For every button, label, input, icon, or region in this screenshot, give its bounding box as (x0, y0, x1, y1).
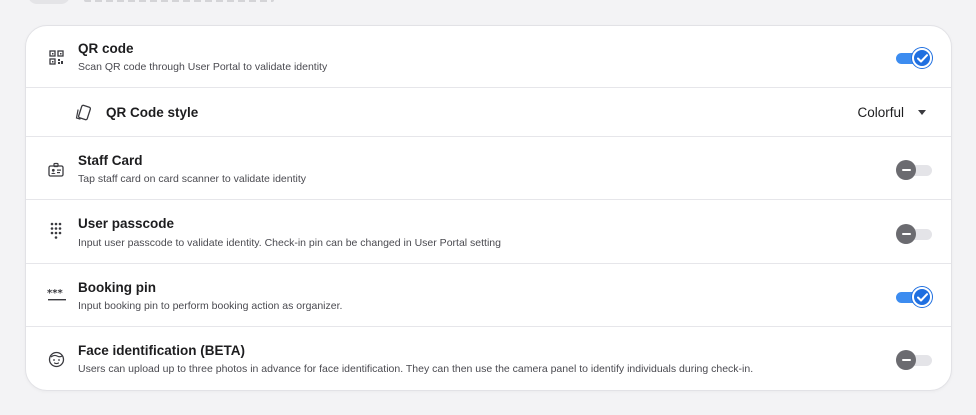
toggle-knob (912, 287, 932, 307)
toggle-knob (896, 160, 916, 180)
identity-validation-settings-card: QR code Scan QR code through User Portal… (25, 25, 952, 391)
checkmark-icon (916, 292, 928, 301)
svg-text:***: *** (47, 288, 63, 299)
setting-row-user-passcode: User passcode Input user passcode to val… (26, 200, 951, 264)
qr-code-style-label: QR Code style (106, 105, 199, 120)
previous-section-text-fragment (84, 0, 274, 2)
previous-section-edge (0, 0, 976, 8)
qr-code-icon (47, 48, 65, 66)
toggle-knob (896, 350, 916, 370)
password-dots-icon: *** (47, 286, 67, 304)
setting-row-face-identification: Face identification (BETA) Users can upl… (26, 327, 951, 390)
setting-description: Input user passcode to validate identity… (78, 237, 501, 249)
face-identification-toggle[interactable] (896, 350, 932, 370)
setting-title: Booking pin (78, 280, 156, 295)
previous-section-shape (28, 0, 70, 4)
caret-down-icon (918, 110, 926, 115)
setting-title: Face identification (BETA) (78, 343, 246, 358)
setting-row-booking-pin: *** Booking pin Input booking pin to per… (26, 264, 951, 327)
setting-description: Tap staff card on card scanner to valida… (78, 173, 307, 185)
keypad-icon (47, 222, 65, 240)
setting-title: QR code (78, 41, 134, 56)
qr-code-style-dropdown[interactable]: Colorful (857, 105, 926, 120)
setting-description: Users can upload up to three photos in a… (78, 363, 754, 375)
staff-card-toggle[interactable] (896, 160, 932, 180)
checkmark-icon (916, 53, 928, 62)
setting-description: Scan QR code through User Portal to vali… (78, 61, 328, 73)
setting-row-qr-code: QR code Scan QR code through User Portal… (26, 26, 951, 88)
setting-title: Staff Card (78, 153, 143, 168)
user-passcode-toggle[interactable] (896, 224, 932, 244)
id-card-icon (47, 160, 65, 178)
qr-code-toggle[interactable] (896, 48, 932, 68)
toggle-knob (912, 48, 932, 68)
cards-icon (74, 103, 94, 123)
qr-code-style-value: Colorful (857, 105, 904, 120)
booking-pin-toggle[interactable] (896, 287, 932, 307)
setting-title: User passcode (78, 216, 175, 231)
setting-description: Input booking pin to perform booking act… (78, 300, 343, 312)
setting-row-staff-card: Staff Card Tap staff card on card scanne… (26, 137, 951, 200)
toggle-knob (896, 224, 916, 244)
setting-row-qr-code-style: QR Code style Colorful (26, 88, 951, 137)
face-icon (47, 350, 65, 368)
